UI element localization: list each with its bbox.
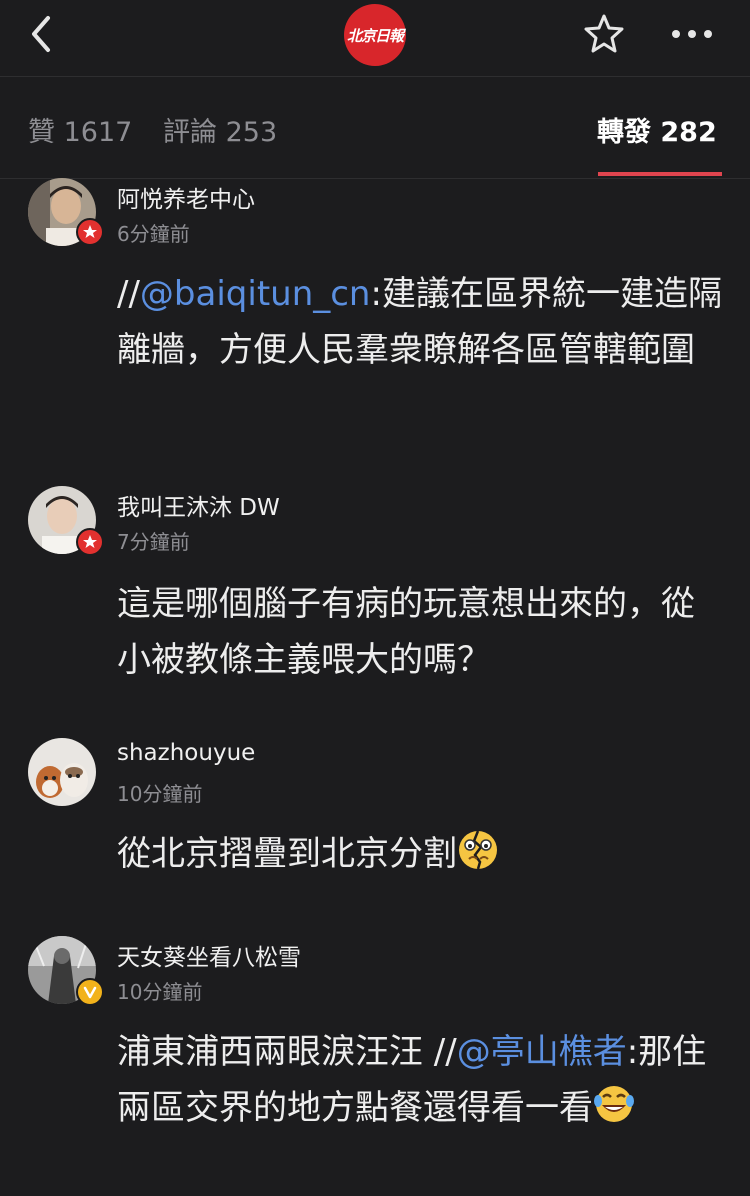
logo-text: 北京日報 xyxy=(346,26,404,45)
timestamp: 6分鐘前 xyxy=(117,222,190,246)
broken-face-emoji-icon xyxy=(457,829,499,871)
red-star-badge-icon xyxy=(76,218,104,246)
timestamp: 7分鐘前 xyxy=(117,530,190,554)
username[interactable]: 阿悦养老中心 xyxy=(117,180,255,214)
comment-item: shazhouyue 10分鐘前 從北京摺疊到北京分割 xyxy=(0,738,750,918)
username[interactable]: 我叫王沐沐 DW xyxy=(117,488,280,522)
back-icon[interactable] xyxy=(24,14,64,54)
tab-bar: 贊 1617 評論 253 轉發 282 xyxy=(0,76,750,179)
comment-text: //@baiqitun_cn:建議在區界統一建造隔離牆，方便人民羣衆瞭解各區管轄… xyxy=(117,266,727,378)
avatar[interactable] xyxy=(28,738,96,806)
mention-link[interactable]: @baiqitun_cn xyxy=(140,274,371,314)
comment-text: 浦東浦西兩眼淚汪汪 //@亭山樵者:那住兩區交界的地方點餐還得看一看 xyxy=(117,1024,727,1136)
comment-text: 這是哪個腦子有病的玩意想出來的，從小被教條主義喂大的嗎？ xyxy=(117,584,695,680)
comment-text: 從北京摺疊到北京分割 xyxy=(117,826,727,882)
timestamp: 10分鐘前 xyxy=(117,980,203,1004)
top-bar: 北京日報 xyxy=(0,0,750,77)
red-star-badge-icon xyxy=(76,528,104,556)
username[interactable]: shazhouyue xyxy=(117,740,255,766)
laugh-cry-emoji-icon xyxy=(593,1083,635,1125)
more-icon[interactable] xyxy=(668,20,716,48)
beijing-daily-logo[interactable]: 北京日報 xyxy=(344,4,406,66)
comment-body: 從北京摺疊到北京分割 xyxy=(117,834,457,874)
timestamp: 10分鐘前 xyxy=(117,782,203,806)
mention-link[interactable]: @亭山樵者 xyxy=(457,1032,627,1072)
tab-comments[interactable]: 評論 253 xyxy=(163,110,277,149)
tab-reposts[interactable]: 轉發 282 xyxy=(597,110,717,149)
verified-v-badge-icon xyxy=(76,978,104,1006)
username[interactable]: 天女葵坐看八松雪 xyxy=(117,938,301,972)
comment-body: 浦東浦西兩眼淚汪汪 // xyxy=(117,1032,457,1072)
tab-likes[interactable]: 贊 1617 xyxy=(28,110,132,149)
comment-item: 天女葵坐看八松雪 10分鐘前 浦東浦西兩眼淚汪汪 //@亭山樵者:那住兩區交界的… xyxy=(0,936,750,1196)
comment-item: 我叫王沐沐 DW 7分鐘前 這是哪個腦子有病的玩意想出來的，從小被教條主義喂大的… xyxy=(0,486,750,716)
star-icon[interactable] xyxy=(582,12,626,56)
repost-prefix: // xyxy=(117,274,140,314)
active-tab-indicator xyxy=(598,172,722,176)
comment-item: 阿悦养老中心 6分鐘前 //@baiqitun_cn:建議在區界統一建造隔離牆，… xyxy=(0,178,750,478)
